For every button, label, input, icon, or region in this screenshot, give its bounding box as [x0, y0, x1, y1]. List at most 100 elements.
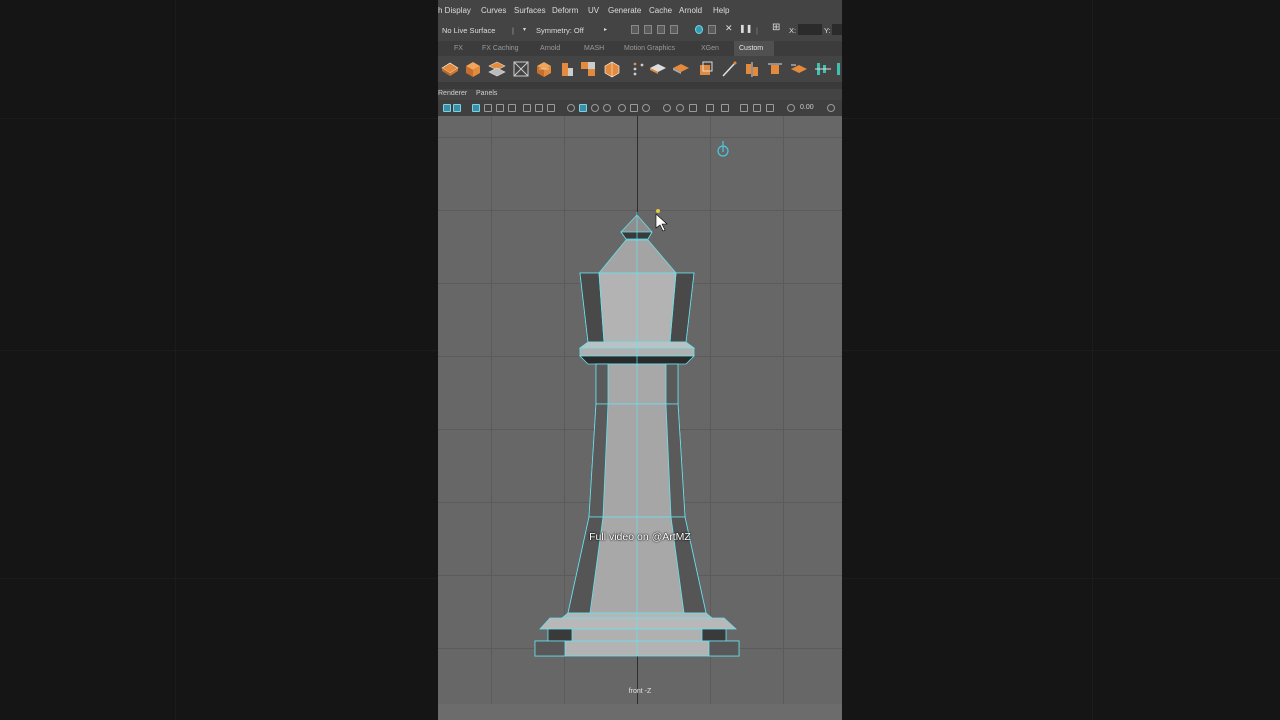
chevron-right-icon[interactable]: ▸: [604, 26, 607, 33]
ipr-render-icon[interactable]: [657, 25, 665, 34]
tab-arnold[interactable]: Arnold: [540, 45, 560, 52]
poly-cube-icon[interactable]: [464, 60, 482, 78]
use-all-lights-icon[interactable]: [618, 104, 626, 112]
quad-draw-icon[interactable]: [720, 60, 738, 78]
x-field-label: X:: [789, 26, 797, 35]
isolate-select-icon[interactable]: [663, 104, 671, 112]
camera-attributes-icon[interactable]: [453, 104, 461, 112]
ambient-occlusion-icon[interactable]: [642, 104, 650, 112]
field-chart-icon[interactable]: [523, 104, 531, 112]
separator-icon: |: [756, 26, 758, 35]
grid-toggle-icon[interactable]: [472, 104, 480, 112]
merge-vertices-icon[interactable]: [630, 60, 648, 78]
xray-icon[interactable]: [676, 104, 684, 112]
bevel-icon[interactable]: [535, 60, 553, 78]
y-coordinate-field[interactable]: [832, 24, 842, 35]
resolution-gate-icon[interactable]: [496, 104, 504, 112]
camera-label: front -Z: [628, 688, 652, 695]
menu-renderer[interactable]: Renderer: [438, 90, 467, 97]
bg-gridline: [1092, 0, 1093, 720]
gear-icon[interactable]: [787, 104, 795, 112]
main-menu-bar: h Display Curves Surfaces Deform UV Gene…: [438, 0, 842, 21]
menu-uv[interactable]: UV: [588, 6, 599, 15]
tab-custom[interactable]: Custom: [739, 45, 763, 52]
close-x-icon[interactable]: ✕: [725, 23, 733, 34]
menu-cache[interactable]: Cache: [649, 6, 672, 15]
menu-mesh-display[interactable]: h Display: [438, 6, 471, 15]
y-field-label: Y:: [824, 26, 831, 35]
tab-mash[interactable]: MASH: [584, 45, 604, 52]
menu-panels[interactable]: Panels: [476, 90, 497, 97]
pivot-manipulator-icon[interactable]: [717, 141, 729, 157]
wireframe-on-shaded-icon[interactable]: [591, 104, 599, 112]
display-layers-icon[interactable]: [766, 104, 774, 112]
menu-generate[interactable]: Generate: [608, 6, 641, 15]
gamma-icon[interactable]: [721, 104, 729, 112]
timeline-strip: [438, 704, 842, 720]
view-transform-icon[interactable]: [753, 104, 761, 112]
menu-curves[interactable]: Curves: [481, 6, 506, 15]
flip-icon[interactable]: [790, 60, 808, 78]
safe-action-icon[interactable]: [535, 104, 543, 112]
xray-joints-icon[interactable]: [689, 104, 697, 112]
tab-fx-caching[interactable]: FX Caching: [482, 45, 519, 52]
menu-arnold[interactable]: Arnold: [679, 6, 702, 15]
hypershade-icon[interactable]: [695, 25, 703, 34]
multi-cut-icon[interactable]: [557, 60, 575, 78]
chevron-right-icon[interactable]: [827, 104, 835, 112]
boolean-icon[interactable]: [697, 60, 715, 78]
exposure-icon[interactable]: [706, 104, 714, 112]
render-current-icon[interactable]: [644, 25, 652, 34]
shadows-icon[interactable]: [630, 104, 638, 112]
bg-gridline: [842, 350, 1280, 351]
status-line: No Live Surface | ▾ Symmetry: Off ▸ ✕ ❚❚…: [438, 20, 842, 40]
custom-shelf: [438, 56, 842, 82]
bg-gridline: [0, 350, 438, 351]
select-camera-icon[interactable]: [443, 104, 451, 112]
safe-title-icon[interactable]: [547, 104, 555, 112]
render-setup-icon[interactable]: [708, 25, 716, 34]
gate-mask-icon[interactable]: [508, 104, 516, 112]
insert-edge-loop-icon[interactable]: [579, 60, 597, 78]
textured-icon[interactable]: [603, 104, 611, 112]
x-coordinate-field[interactable]: [798, 24, 822, 35]
poly-plane-icon[interactable]: [441, 60, 459, 78]
film-gate-icon[interactable]: [484, 104, 492, 112]
panel-toolbar: 0.00: [438, 100, 842, 116]
exposure-value[interactable]: 0.00: [800, 104, 814, 111]
menu-surfaces[interactable]: Surfaces: [514, 6, 546, 15]
chess-king-model[interactable]: [438, 116, 842, 704]
smooth-shade-icon[interactable]: [579, 104, 587, 112]
smooth-icon[interactable]: [603, 60, 621, 78]
align-icon[interactable]: [814, 60, 832, 78]
bg-gridline: [175, 0, 176, 720]
distribute-icon[interactable]: [834, 60, 842, 78]
chevron-down-icon[interactable]: ▾: [523, 26, 526, 33]
live-surface-dropdown[interactable]: No Live Surface: [442, 26, 495, 35]
tab-motion-graphics[interactable]: Motion Graphics: [624, 45, 675, 52]
bridge-icon[interactable]: [512, 60, 530, 78]
target-weld-icon[interactable]: [766, 60, 784, 78]
render-view-icon[interactable]: [631, 25, 639, 34]
tab-xgen[interactable]: XGen: [701, 45, 719, 52]
crown-tip: [620, 214, 653, 240]
tab-fx[interactable]: FX: [454, 45, 463, 52]
separate-icon[interactable]: [672, 60, 690, 78]
bg-gridline: [842, 118, 1280, 119]
mirror-icon[interactable]: [743, 60, 761, 78]
color-management-icon[interactable]: [740, 104, 748, 112]
menu-help[interactable]: Help: [713, 6, 729, 15]
combine-icon[interactable]: [649, 60, 667, 78]
symmetry-dropdown[interactable]: Symmetry: Off: [536, 26, 584, 35]
separator-icon: |: [512, 26, 514, 35]
shelf-tabs: FX FX Caching Arnold MASH Motion Graphic…: [438, 41, 842, 56]
menu-deform[interactable]: Deform: [552, 6, 578, 15]
mouse-cursor-icon: [655, 209, 668, 232]
pause-icon[interactable]: ❚❚: [739, 24, 752, 33]
render-settings-icon[interactable]: [670, 25, 678, 34]
front-viewport[interactable]: Full video on @ArtMZ front -Z: [438, 116, 842, 704]
panel-divider: [438, 82, 842, 89]
grid-layout-icon[interactable]: ⊞: [772, 22, 780, 33]
wireframe-icon[interactable]: [567, 104, 575, 112]
extrude-icon[interactable]: [488, 60, 506, 78]
